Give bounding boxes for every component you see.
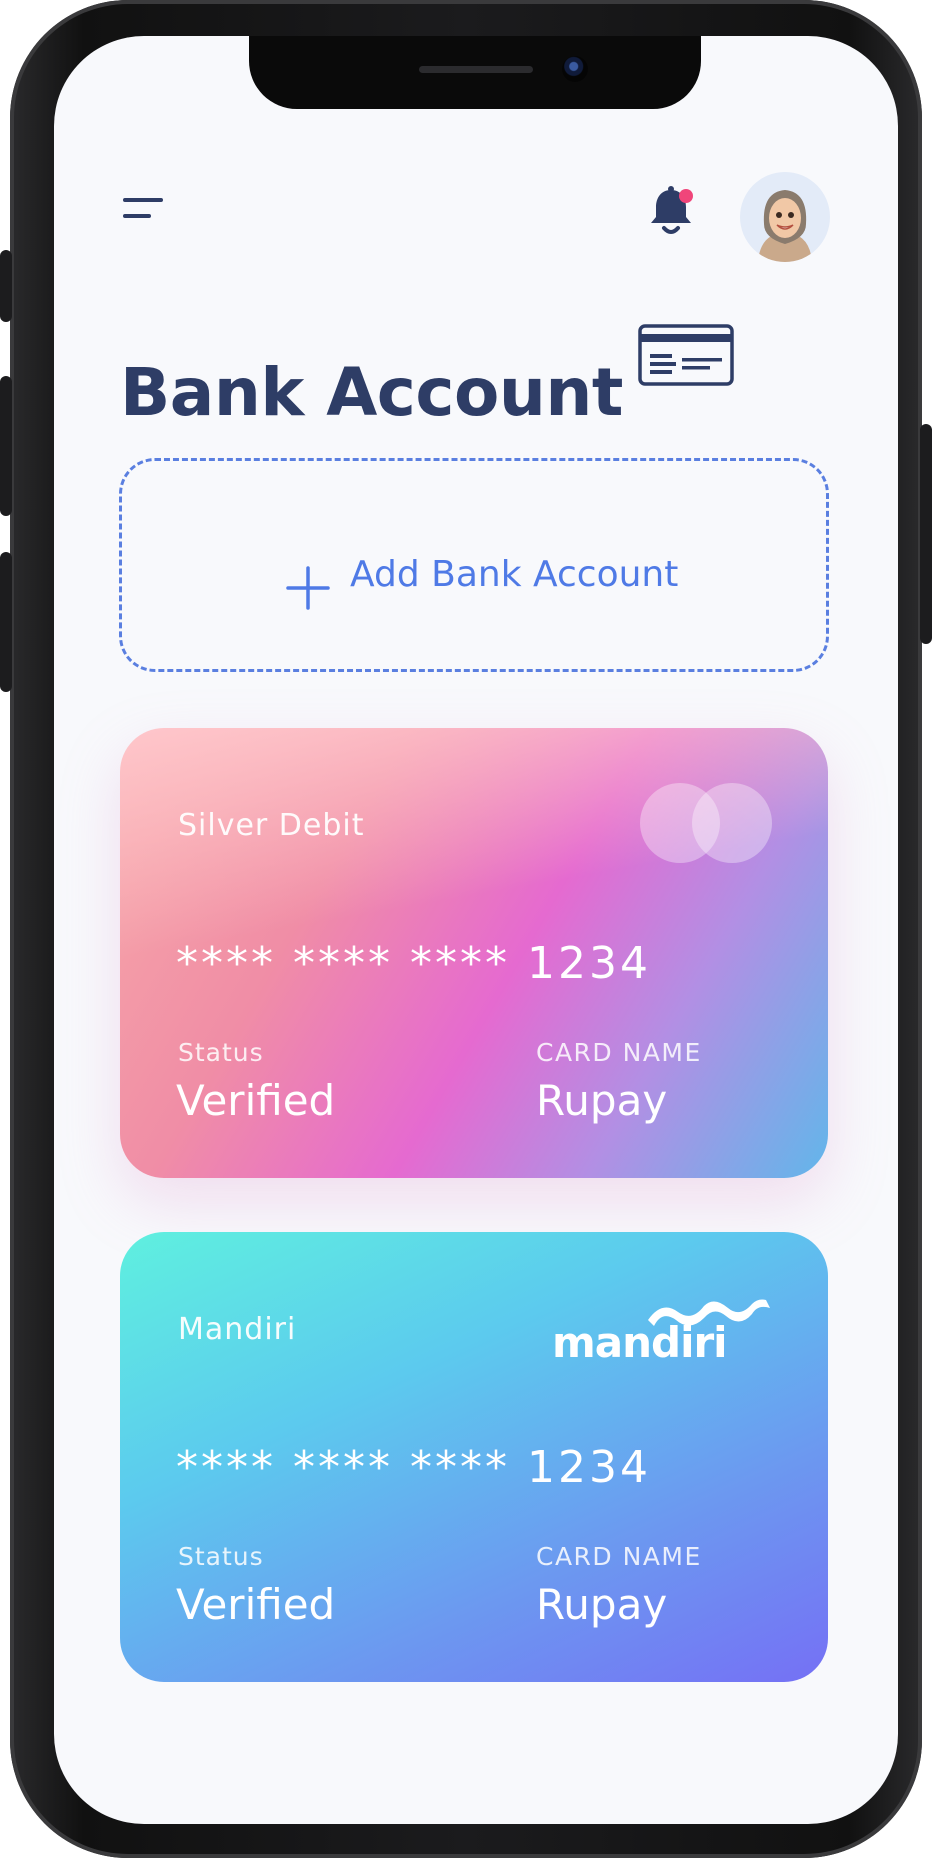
notification-dot [679,189,693,203]
card-number: **** **** **** 1234 [176,1442,651,1493]
phone-volume-up-button [0,376,12,516]
card-name-value: Rupay [536,1076,668,1125]
mandiri-logo: mandiri [552,1294,776,1370]
phone-volume-down-button [0,552,12,692]
status-value: Verified [176,1076,336,1125]
status-label: Status [178,1038,264,1067]
plus-icon[interactable] [286,566,330,610]
bell-icon[interactable] [646,186,696,238]
mandiri-logo-text: mandiri [552,1318,728,1367]
add-bank-account-label[interactable]: Add Bank Account [350,554,678,595]
phone-notch [249,36,701,109]
user-avatar[interactable] [740,172,830,262]
front-camera [562,56,588,82]
bank-card-silver-debit[interactable]: Silver Debit **** **** **** 1234 Status … [120,728,828,1178]
speaker-grille [419,66,533,73]
card-number: **** **** **** 1234 [176,938,651,989]
status-label: Status [178,1542,264,1571]
card-name: Mandiri [178,1312,297,1347]
page-title: Bank Account [120,354,623,431]
card-name-label: CARD NAME [536,1542,702,1571]
bank-card-icon [638,324,734,386]
status-value: Verified [176,1580,336,1629]
phone-screen: Bank Account Add Bank Account Silver Deb… [54,36,898,1824]
phone-side-button [0,250,12,322]
mastercard-circles-icon [640,783,774,865]
phone-power-button [920,424,932,644]
bank-card-mandiri[interactable]: Mandiri mandiri **** **** **** 1234 Stat… [120,1232,828,1682]
hamburger-menu-icon[interactable] [123,198,163,224]
card-name-label: CARD NAME [536,1038,702,1067]
phone-frame: Bank Account Add Bank Account Silver Deb… [0,0,932,1858]
card-name: Silver Debit [178,808,365,843]
card-name-value: Rupay [536,1580,668,1629]
